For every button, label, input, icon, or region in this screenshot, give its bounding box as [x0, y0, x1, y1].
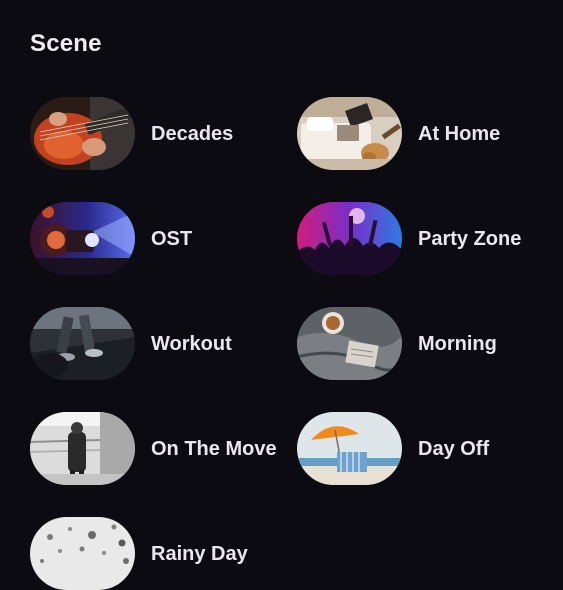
scene-label: OST: [151, 227, 193, 250]
scene-label: Party Zone: [418, 227, 522, 250]
scene-tile-on-the-move[interactable]: On The Move: [30, 412, 311, 485]
coffee-bed-photo-icon: [297, 307, 402, 380]
scene-label: Morning: [418, 332, 497, 355]
treadmill-photo-icon: [30, 307, 135, 380]
scene-label: Rainy Day: [151, 542, 248, 565]
beach-umbrella-photo-icon: [297, 412, 402, 485]
scene-tile-day-off[interactable]: Day Off: [297, 412, 563, 485]
scene-label: Workout: [151, 332, 232, 355]
scene-tile-party-zone[interactable]: Party Zone: [297, 202, 563, 275]
bedroom-guitar-photo-icon: [297, 97, 402, 170]
subway-walker-photo-icon: [30, 412, 135, 485]
scene-tile-at-home[interactable]: At Home: [297, 97, 563, 170]
scene-tile-morning[interactable]: Morning: [297, 307, 563, 380]
guitar-photo-icon: [30, 97, 135, 170]
scene-label: On The Move: [151, 437, 277, 460]
scene-tile-rainy-day[interactable]: Rainy Day: [30, 517, 311, 590]
scene-label: Decades: [151, 122, 234, 145]
scene-grid: Decades At Home OST Party Zone Workout M…: [0, 0, 563, 590]
concert-crowd-photo-icon: [297, 202, 402, 275]
scene-tile-ost[interactable]: OST: [30, 202, 311, 275]
scene-label: At Home: [418, 122, 501, 145]
raindrops-photo-icon: [30, 517, 135, 590]
scene-tile-decades[interactable]: Decades: [30, 97, 311, 170]
scene-label: Day Off: [418, 437, 490, 460]
scene-tile-workout[interactable]: Workout: [30, 307, 311, 380]
film-projector-photo-icon: [30, 202, 135, 275]
